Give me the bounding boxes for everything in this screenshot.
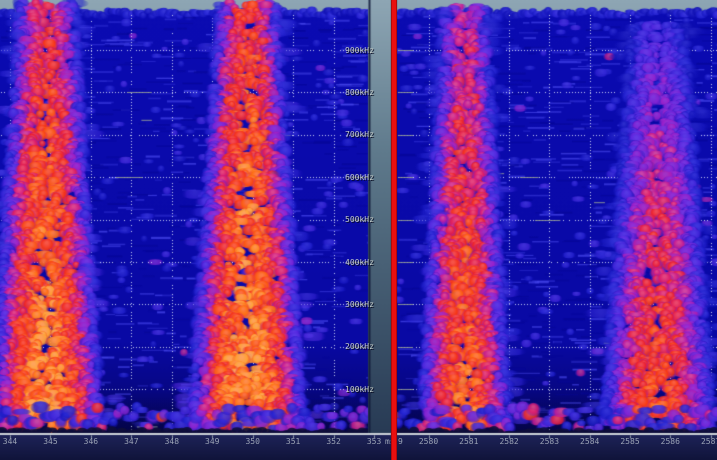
right-waterfall-pane[interactable]: [397, 0, 717, 460]
dual-spectrogram-view: 900kHz800kHz700kHz600kHz500kHz400kHz300k…: [0, 0, 717, 460]
red-divider-cursor[interactable]: [391, 0, 397, 460]
left-waterfall-pane[interactable]: [0, 0, 391, 460]
